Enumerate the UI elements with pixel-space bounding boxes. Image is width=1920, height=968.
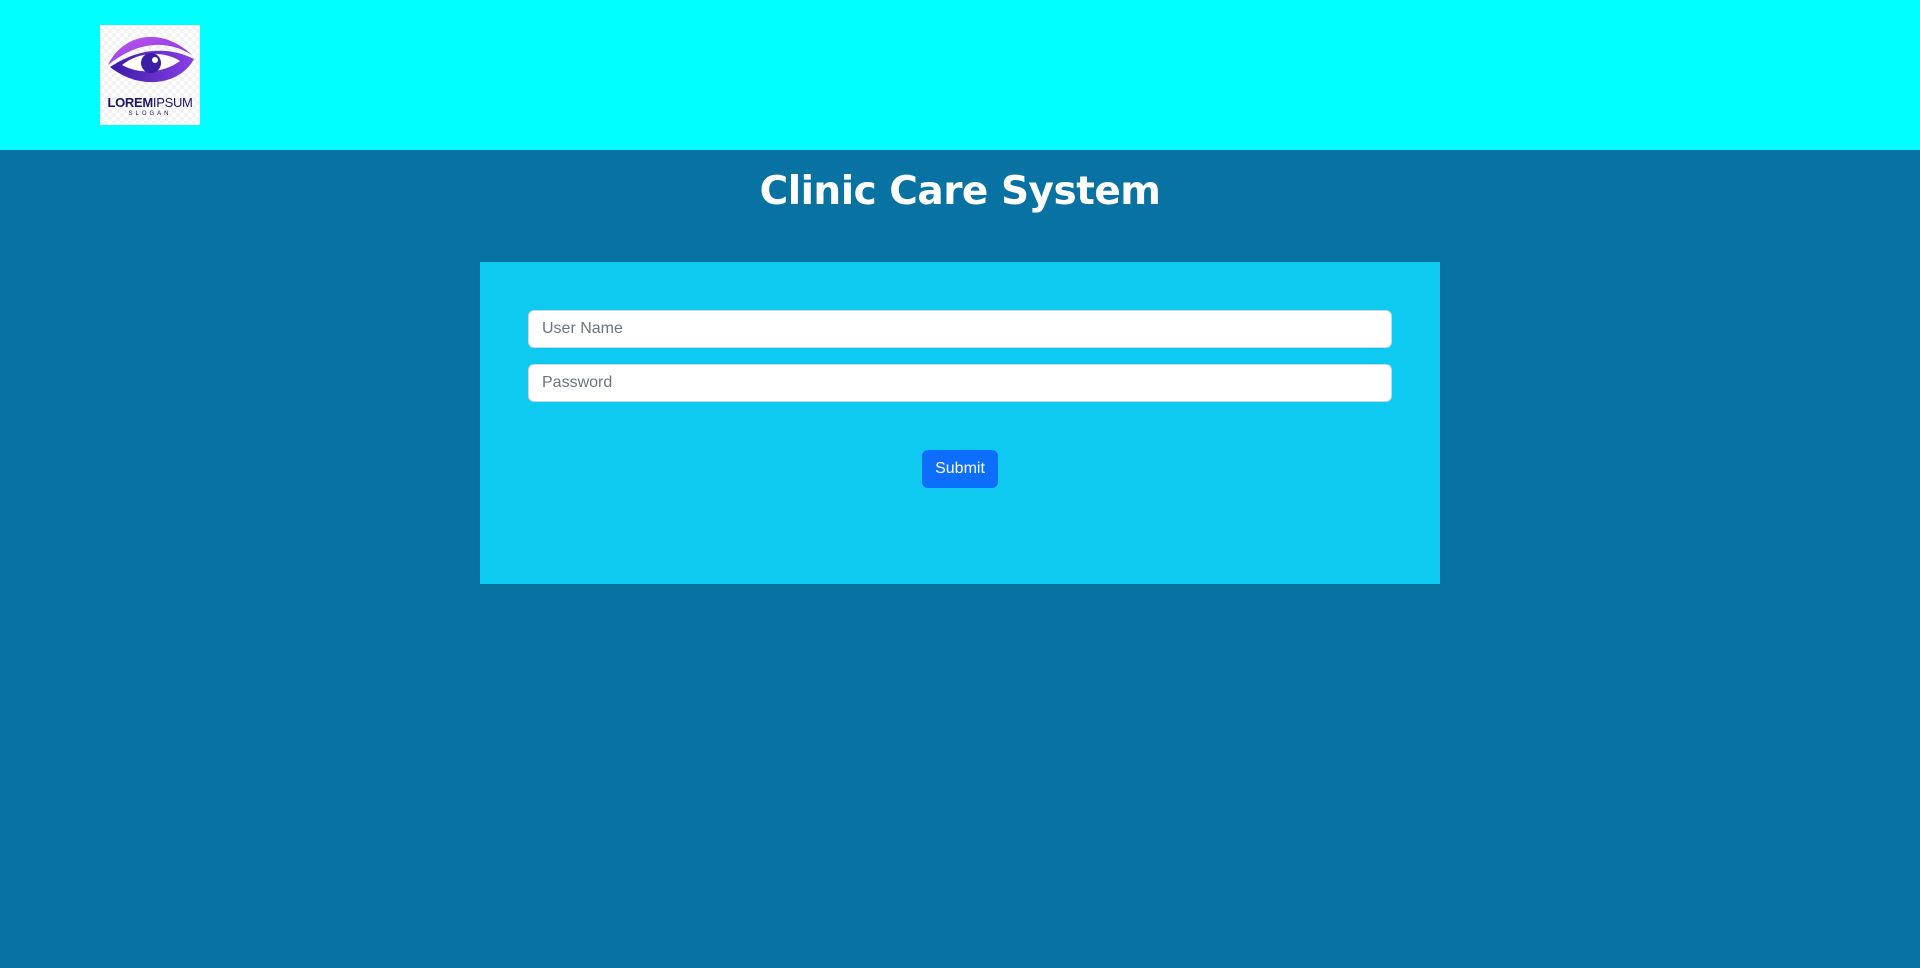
logo-slogan: SLOGAN [128, 111, 172, 117]
submit-button[interactable]: Submit [922, 450, 998, 488]
logo-brand-text: LOREMIPSUM [100, 96, 200, 110]
brand-logo[interactable]: LOREMIPSUM SLOGAN [100, 25, 200, 125]
top-header-bar: LOREMIPSUM SLOGAN [0, 0, 1920, 150]
password-input[interactable] [528, 364, 1392, 402]
logo-brand-light: IPSUM [152, 95, 193, 110]
login-panel: Submit [480, 262, 1440, 584]
logo-brand-bold: LOREM [107, 95, 153, 110]
username-input[interactable] [528, 310, 1392, 348]
page-title: Clinic Care System [759, 169, 1161, 214]
eye-logo-icon [108, 36, 194, 83]
